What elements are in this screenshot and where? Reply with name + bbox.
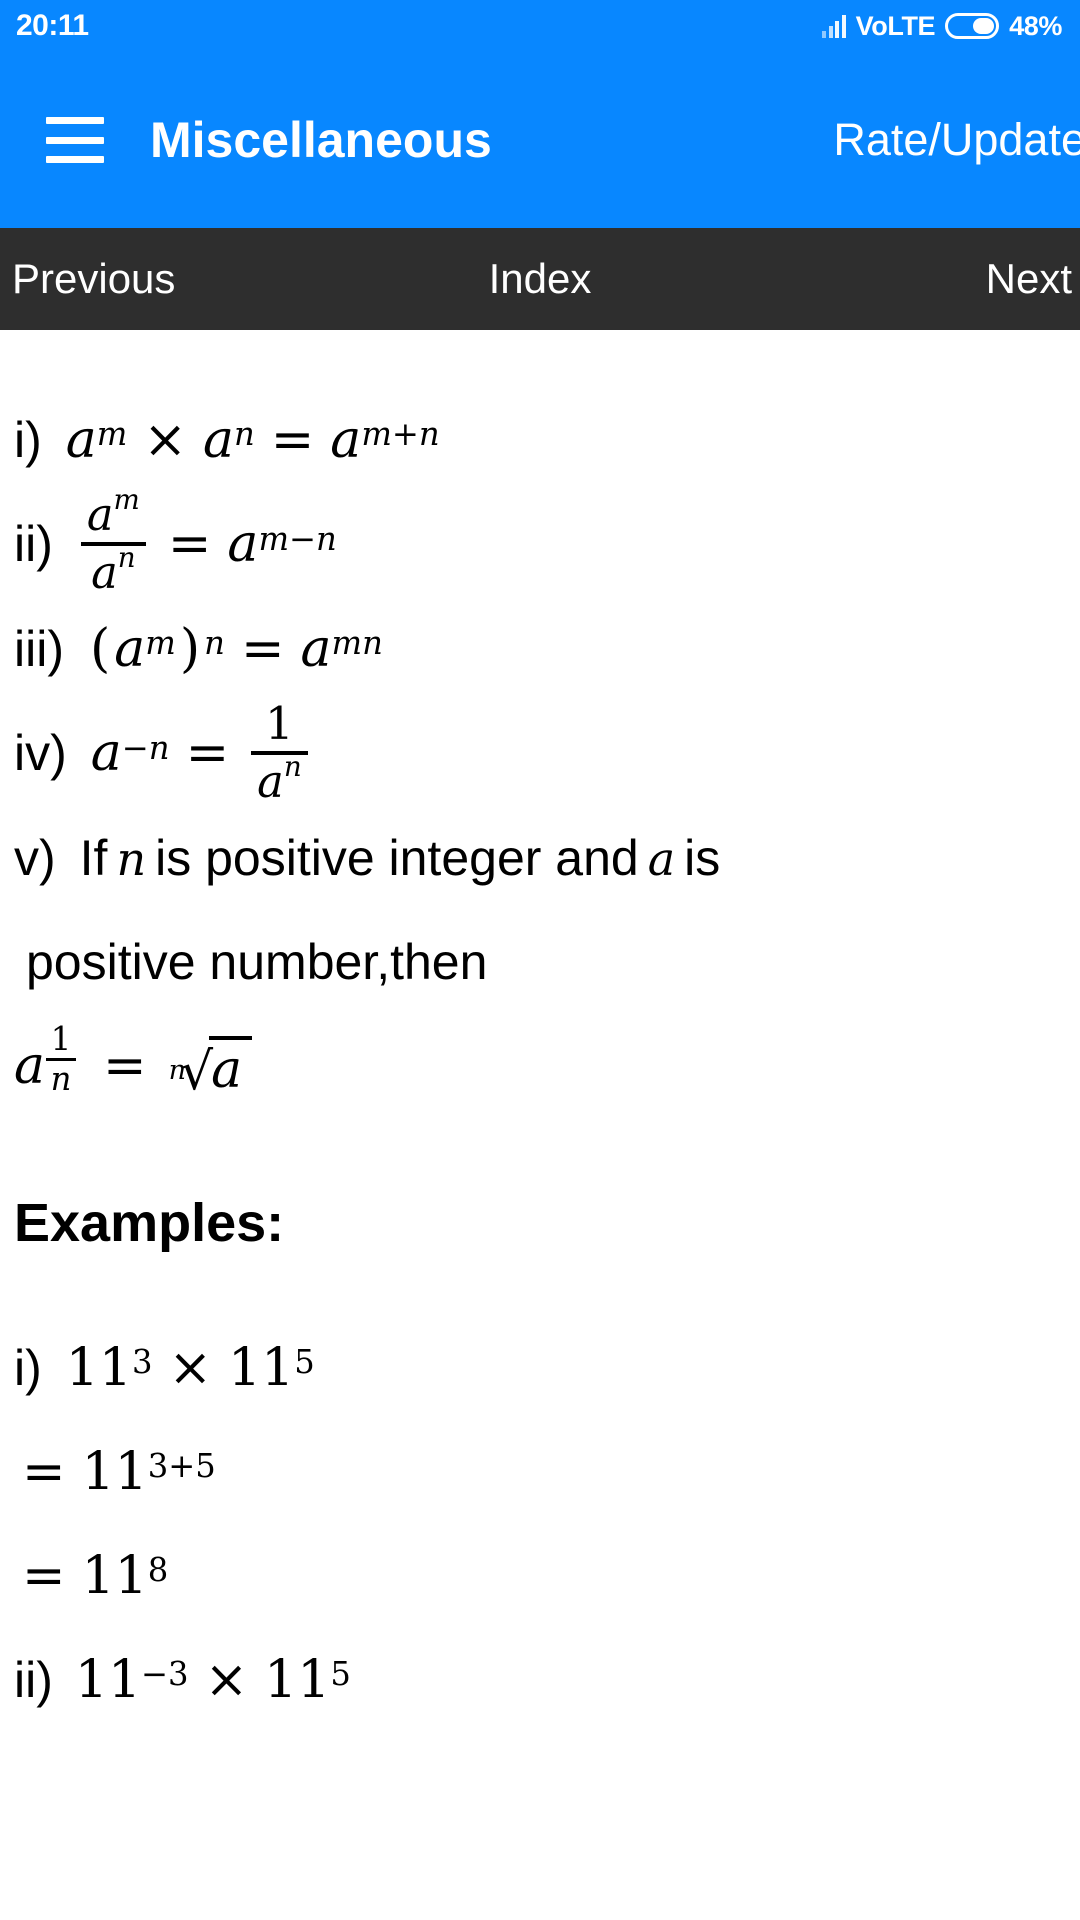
page-title: Miscellaneous <box>150 112 492 168</box>
fraction: 1n <box>46 1022 77 1097</box>
previous-button[interactable]: Previous <box>12 255 175 303</box>
battery-percent-label: 48% <box>1009 10 1062 41</box>
example-row: ii) 11 −3 × 11 5 <box>0 1628 1080 1732</box>
formula-nth-root: a1n = n √ a <box>14 1022 253 1103</box>
navigation-bar: Previous Index Next <box>0 228 1080 330</box>
app-bar: Miscellaneous Rate/Update <box>0 52 1080 228</box>
list-marker: ii) <box>14 1651 53 1708</box>
formula-row: ii) am an = a m−n <box>0 486 1080 597</box>
hamburger-menu-icon[interactable] <box>46 117 104 163</box>
list-marker: i) <box>14 1339 42 1396</box>
example-expression: = 11 3+5 <box>22 1441 216 1502</box>
status-indicators: VoLTE 48% <box>822 11 1062 42</box>
example-row: i) 11 3 × 11 5 <box>0 1316 1080 1420</box>
example-expression: = 11 8 <box>22 1545 169 1606</box>
lesson-content: i) am × an = a m+n ii) am an = a m−n iii) … <box>0 330 1080 1920</box>
list-marker: iv) <box>14 725 67 782</box>
example-row: = 11 3+5 <box>0 1420 1080 1524</box>
formula-negative-exponent: a −n = 1 an <box>91 700 314 806</box>
root-index: n <box>168 1054 187 1086</box>
index-button[interactable]: Index <box>489 255 592 303</box>
status-bar: 20:11 VoLTE 48% <box>0 0 1080 52</box>
next-button[interactable]: Next <box>986 255 1072 303</box>
formula-row: a1n = n √ a <box>0 1014 1080 1118</box>
battery-icon <box>945 13 1000 39</box>
statement-row: v) If n is positive integer and a is <box>0 806 1080 910</box>
statement-text-line-2: positive number,then <box>26 933 488 990</box>
signal-bars-icon <box>822 14 846 38</box>
radical: n √ a <box>168 1035 253 1098</box>
formula-row: iii) (a m) n = a mn <box>0 597 1080 701</box>
math-variable-a: a <box>647 831 676 886</box>
fraction: am an <box>80 486 146 597</box>
list-marker: v) <box>14 829 56 886</box>
formula-power-of-power: (a m) n = a mn <box>89 618 383 679</box>
list-marker: ii) <box>14 516 53 573</box>
formula-exponent-quotient: am an = a m−n <box>75 486 337 597</box>
formula-exponent-product: am × an = a m+n <box>65 410 440 470</box>
formula-row: i) am × an = a m+n <box>0 388 1080 492</box>
volte-label: VoLTE <box>855 10 936 41</box>
fraction: 1 an <box>251 700 308 806</box>
examples-heading: Examples: <box>14 1192 285 1253</box>
list-marker: iii) <box>14 620 64 677</box>
example-row: = 11 8 <box>0 1524 1080 1628</box>
example-expression: 11 3 × 11 5 <box>65 1337 315 1398</box>
list-marker: i) <box>14 412 42 468</box>
statement-row: positive number,then <box>0 910 1080 1014</box>
formula-row: iv) a −n = 1 an <box>0 700 1080 806</box>
example-expression: 11 −3 × 11 5 <box>74 1649 351 1710</box>
status-clock: 20:11 <box>16 9 89 42</box>
rate-update-button[interactable]: Rate/Update <box>833 114 1080 166</box>
statement-text-line-1: If n is positive integer and a is <box>79 829 721 886</box>
math-variable-n: n <box>116 831 147 886</box>
